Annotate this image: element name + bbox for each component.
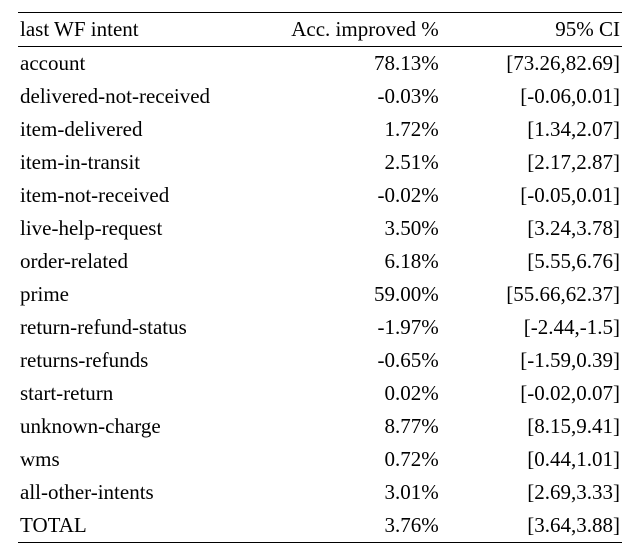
cell-intent: return-refund-status (18, 311, 260, 344)
cell-intent: item-in-transit (18, 146, 260, 179)
cell-acc: 0.02% (260, 377, 441, 410)
cell-intent: delivered-not-received (18, 80, 260, 113)
cell-acc: 78.13% (260, 47, 441, 81)
cell-intent: item-not-received (18, 179, 260, 212)
cell-acc: 1.72% (260, 113, 441, 146)
cell-acc: 59.00% (260, 278, 441, 311)
cell-intent: prime (18, 278, 260, 311)
cell-ci: [8.15,9.41] (441, 410, 622, 443)
cell-intent: item-delivered (18, 113, 260, 146)
cell-ci: [-0.06,0.01] (441, 80, 622, 113)
table-row: prime59.00%[55.66,62.37] (18, 278, 622, 311)
cell-acc: 3.76% (260, 509, 441, 543)
cell-ci: [55.66,62.37] (441, 278, 622, 311)
cell-ci: [0.44,1.01] (441, 443, 622, 476)
cell-intent: returns-refunds (18, 344, 260, 377)
cell-intent: wms (18, 443, 260, 476)
header-acc-improved: Acc. improved % (260, 13, 441, 47)
table-row: item-not-received-0.02%[-0.05,0.01] (18, 179, 622, 212)
cell-acc: 0.72% (260, 443, 441, 476)
cell-intent: start-return (18, 377, 260, 410)
cell-ci: [73.26,82.69] (441, 47, 622, 81)
cell-intent: account (18, 47, 260, 81)
table-row: return-refund-status-1.97%[-2.44,-1.5] (18, 311, 622, 344)
table-header-row: last WF intent Acc. improved % 95% CI (18, 13, 622, 47)
header-intent: last WF intent (18, 13, 260, 47)
table-row: all-other-intents3.01%[2.69,3.33] (18, 476, 622, 509)
cell-ci: [-0.02,0.07] (441, 377, 622, 410)
table-row: order-related6.18%[5.55,6.76] (18, 245, 622, 278)
cell-acc: -0.65% (260, 344, 441, 377)
cell-ci: [-1.59,0.39] (441, 344, 622, 377)
table-row: account78.13%[73.26,82.69] (18, 47, 622, 81)
table-row: TOTAL3.76%[3.64,3.88] (18, 509, 622, 543)
cell-acc: 3.50% (260, 212, 441, 245)
table-row: live-help-request3.50%[3.24,3.78] (18, 212, 622, 245)
cell-ci: [1.34,2.07] (441, 113, 622, 146)
cell-intent: order-related (18, 245, 260, 278)
cell-acc: 3.01% (260, 476, 441, 509)
cell-intent: live-help-request (18, 212, 260, 245)
table-row: returns-refunds-0.65%[-1.59,0.39] (18, 344, 622, 377)
cell-acc: 8.77% (260, 410, 441, 443)
cell-ci: [-2.44,-1.5] (441, 311, 622, 344)
cell-intent: all-other-intents (18, 476, 260, 509)
header-ci: 95% CI (441, 13, 622, 47)
cell-acc: -0.02% (260, 179, 441, 212)
cell-ci: [2.69,3.33] (441, 476, 622, 509)
cell-intent: TOTAL (18, 509, 260, 543)
results-table: last WF intent Acc. improved % 95% CI ac… (18, 12, 622, 543)
cell-acc: -1.97% (260, 311, 441, 344)
table-row: start-return0.02%[-0.02,0.07] (18, 377, 622, 410)
cell-acc: 2.51% (260, 146, 441, 179)
table-row: item-in-transit2.51%[2.17,2.87] (18, 146, 622, 179)
cell-ci: [5.55,6.76] (441, 245, 622, 278)
cell-ci: [-0.05,0.01] (441, 179, 622, 212)
cell-ci: [3.24,3.78] (441, 212, 622, 245)
table-body: account78.13%[73.26,82.69]delivered-not-… (18, 47, 622, 543)
cell-ci: [2.17,2.87] (441, 146, 622, 179)
table-row: delivered-not-received-0.03%[-0.06,0.01] (18, 80, 622, 113)
table-row: wms0.72%[0.44,1.01] (18, 443, 622, 476)
cell-intent: unknown-charge (18, 410, 260, 443)
cell-acc: 6.18% (260, 245, 441, 278)
table-row: item-delivered1.72%[1.34,2.07] (18, 113, 622, 146)
table-row: unknown-charge8.77%[8.15,9.41] (18, 410, 622, 443)
cell-ci: [3.64,3.88] (441, 509, 622, 543)
cell-acc: -0.03% (260, 80, 441, 113)
